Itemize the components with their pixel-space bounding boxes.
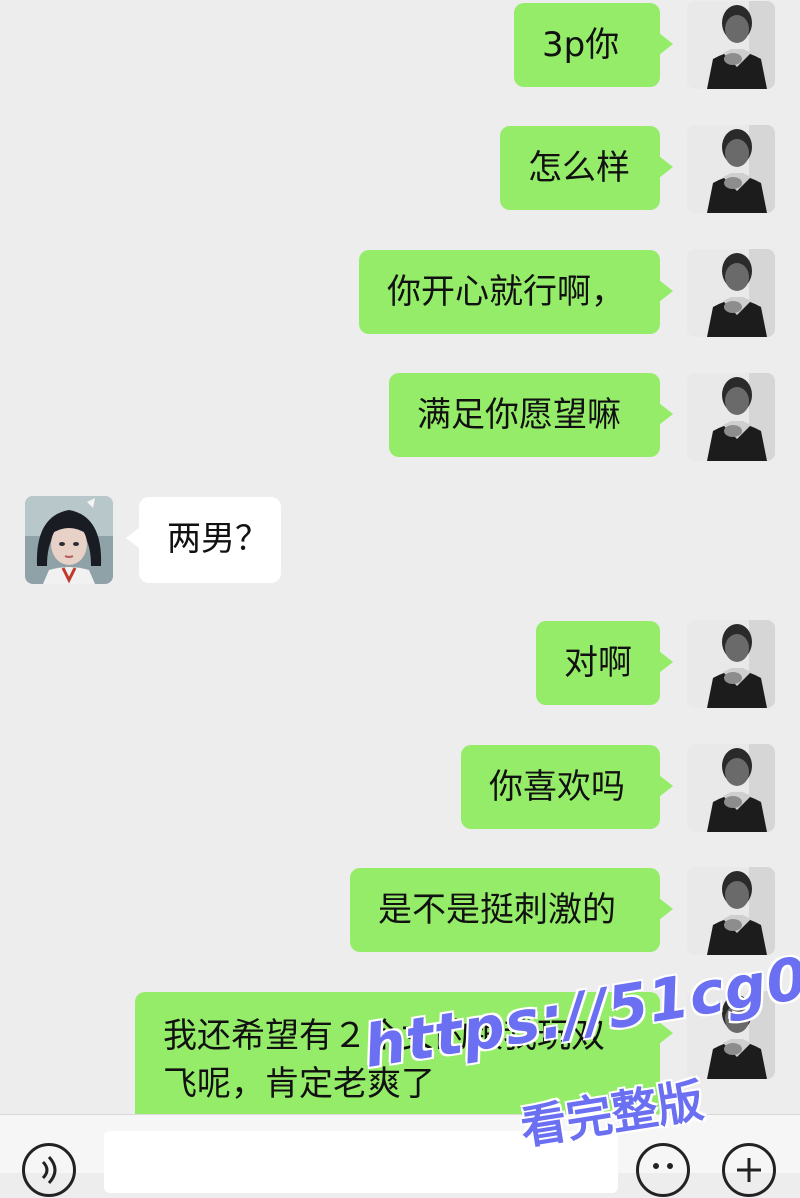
message-text: 你喜欢吗 bbox=[489, 767, 625, 807]
man-portrait-icon bbox=[687, 125, 775, 213]
message-bubble-outgoing[interactable]: 3p你 bbox=[514, 3, 673, 87]
emoji-icon[interactable] bbox=[636, 1143, 690, 1197]
man-portrait-icon bbox=[687, 249, 775, 337]
message-text: 两男？ bbox=[167, 519, 269, 559]
message-text: 满足你愿望嘛 bbox=[417, 395, 621, 435]
my-avatar[interactable] bbox=[687, 373, 775, 461]
contact-avatar[interactable] bbox=[25, 496, 113, 584]
plus-icon[interactable] bbox=[722, 1143, 776, 1197]
my-avatar[interactable] bbox=[687, 991, 775, 1079]
message-text: 怎么样 bbox=[528, 148, 630, 188]
message-text: 你开心就行啊， bbox=[387, 272, 625, 312]
message-bubble-outgoing[interactable]: 你喜欢吗 bbox=[461, 745, 673, 829]
girl-portrait-icon bbox=[25, 496, 113, 584]
plus-sign-icon bbox=[737, 1158, 761, 1182]
message-bubble-outgoing[interactable]: 你开心就行啊， bbox=[359, 250, 673, 334]
man-portrait-icon bbox=[687, 744, 775, 832]
my-avatar[interactable] bbox=[687, 249, 775, 337]
message-bubble-outgoing[interactable]: 我还希望有２个女的跟我玩双 飞呢，肯定老爽了 bbox=[135, 992, 673, 1114]
my-avatar[interactable] bbox=[687, 867, 775, 955]
my-avatar[interactable] bbox=[687, 125, 775, 213]
message-text-line-1: 我还希望有２个女的跟我玩双 bbox=[163, 1016, 605, 1056]
man-portrait-icon bbox=[687, 373, 775, 461]
man-portrait-icon bbox=[687, 1, 775, 89]
message-bubble-outgoing[interactable]: 对啊 bbox=[536, 621, 673, 705]
voice-icon[interactable] bbox=[22, 1143, 76, 1197]
input-bar bbox=[0, 1114, 800, 1197]
message-text: 3p你 bbox=[542, 25, 620, 65]
man-portrait-icon bbox=[687, 991, 775, 1079]
man-portrait-icon bbox=[687, 620, 775, 708]
message-input[interactable] bbox=[104, 1131, 618, 1193]
message-text-line-2: 飞呢，肯定老爽了 bbox=[163, 1064, 435, 1104]
message-bubble-outgoing[interactable]: 怎么样 bbox=[500, 126, 673, 210]
chat-area[interactable]: 3p你 怎么样 你开心就行啊， 满足你愿望嘛 两男？ 对啊 你喜欢吗 是不是挺刺… bbox=[0, 0, 800, 1114]
message-text: 对啊 bbox=[564, 643, 632, 683]
message-bubble-outgoing[interactable]: 是不是挺刺激的 bbox=[350, 868, 673, 952]
message-bubble-incoming[interactable]: 两男？ bbox=[126, 497, 281, 583]
message-text: 是不是挺刺激的 bbox=[378, 890, 616, 930]
my-avatar[interactable] bbox=[687, 744, 775, 832]
my-avatar[interactable] bbox=[687, 1, 775, 89]
my-avatar[interactable] bbox=[687, 620, 775, 708]
man-portrait-icon bbox=[687, 867, 775, 955]
message-bubble-outgoing[interactable]: 满足你愿望嘛 bbox=[389, 373, 673, 457]
smiley-face-icon bbox=[653, 1163, 673, 1169]
voice-wave-icon bbox=[41, 1155, 57, 1185]
